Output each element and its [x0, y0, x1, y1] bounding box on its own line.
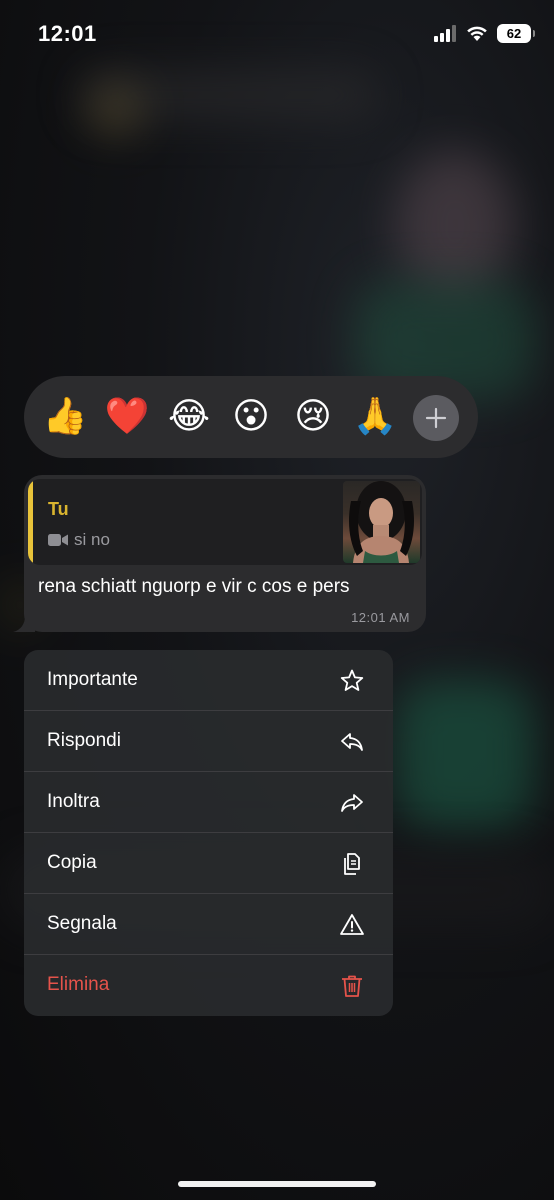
- quoted-message[interactable]: Tu si no: [28, 479, 422, 565]
- screen: 12:01 62 👍 ❤️ 😂 😮 😢 🙏 Tu si no rena schi…: [0, 0, 554, 1200]
- menu-item-important[interactable]: Importante: [24, 650, 393, 711]
- quote-author: Tu: [48, 499, 69, 519]
- context-menu: Importante Rispondi Inoltra Copia Segnal…: [24, 650, 393, 1016]
- reaction-bar: 👍 ❤️ 😂 😮 😢 🙏: [24, 376, 478, 458]
- menu-item-label: Importante: [47, 669, 138, 690]
- reaction-thumbs-up[interactable]: 👍: [42, 393, 88, 439]
- reaction-laughing[interactable]: 😂: [166, 393, 212, 439]
- copy-icon: [344, 853, 360, 875]
- menu-item-report[interactable]: Segnala: [24, 894, 393, 955]
- more-reactions-button[interactable]: [413, 395, 459, 441]
- status-bar: 12:01 62: [0, 0, 554, 70]
- reaction-pray[interactable]: 🙏: [352, 393, 398, 439]
- menu-item-label: Inoltra: [47, 791, 100, 812]
- status-time: 12:01: [38, 21, 97, 46]
- reaction-surprised[interactable]: 😮: [228, 393, 274, 439]
- trash-icon: [342, 975, 362, 997]
- menu-item-reply[interactable]: Rispondi: [24, 711, 393, 772]
- reaction-sad[interactable]: 😢: [290, 393, 336, 439]
- plus-icon: [425, 407, 447, 429]
- menu-item-copy[interactable]: Copia: [24, 833, 393, 894]
- warning-icon: [340, 914, 364, 935]
- message-text: rena schiatt nguorp e vir c cos e pers: [38, 576, 350, 597]
- message-bubble[interactable]: Tu si no rena schiatt nguorp e vir c cos…: [24, 475, 426, 632]
- message-timestamp: 12:01 AM: [351, 610, 410, 625]
- quote-text: si no: [74, 530, 110, 549]
- quote-accent-bar: [28, 479, 33, 565]
- quote-preview: si no: [48, 530, 110, 550]
- forward-icon: [341, 794, 363, 812]
- wifi-icon: [467, 26, 487, 41]
- battery-icon: 62: [497, 24, 535, 43]
- home-indicator[interactable]: [178, 1181, 376, 1187]
- menu-item-label: Copia: [47, 852, 97, 873]
- video-camera-icon: [48, 534, 68, 546]
- cellular-signal-icon: [434, 25, 458, 42]
- menu-item-label: Segnala: [47, 913, 117, 934]
- blurred-avatar: [90, 85, 140, 135]
- reaction-heart[interactable]: ❤️: [104, 393, 150, 439]
- menu-item-label: Rispondi: [47, 730, 121, 751]
- menu-item-label: Elimina: [47, 974, 110, 995]
- menu-item-delete[interactable]: Elimina: [24, 955, 393, 1016]
- blurred-bubble: [395, 680, 535, 830]
- star-icon: [340, 669, 364, 691]
- blurred-image: [395, 150, 515, 300]
- menu-item-forward[interactable]: Inoltra: [24, 772, 393, 833]
- quote-thumbnail: [343, 481, 420, 563]
- reply-icon: [341, 733, 363, 751]
